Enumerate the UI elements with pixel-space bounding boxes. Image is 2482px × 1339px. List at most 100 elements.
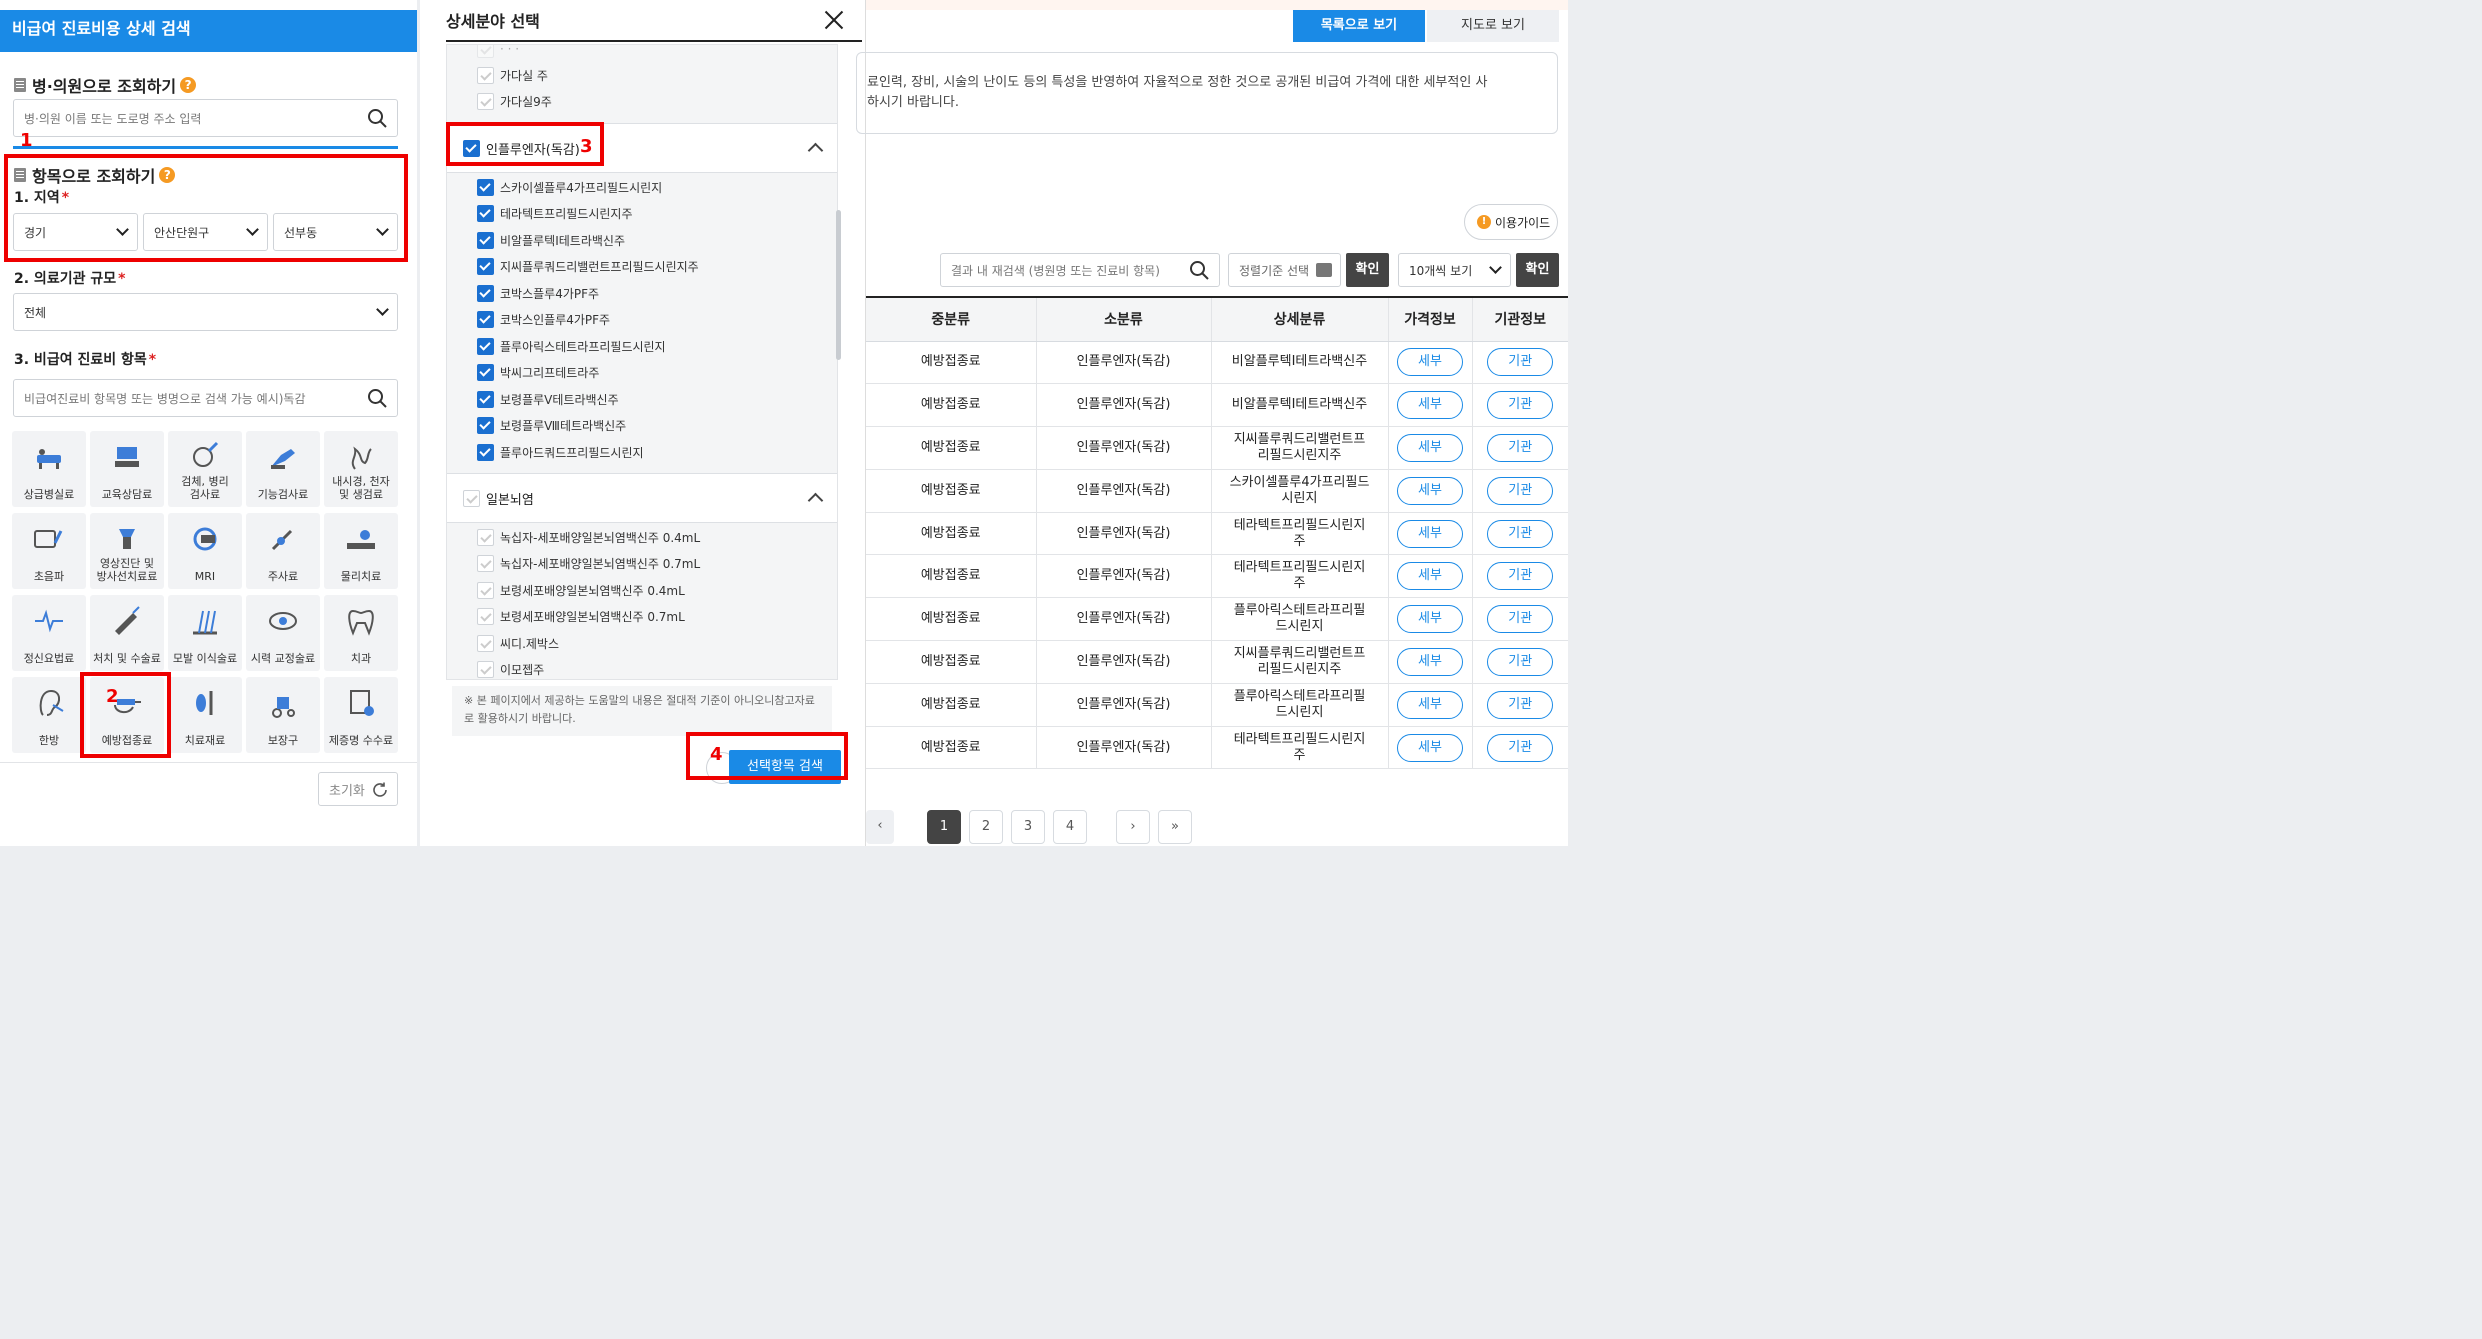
search-icon[interactable]: [1189, 260, 1209, 280]
sort-select[interactable]: 정렬기준 선택: [1228, 253, 1341, 287]
checkbox-item[interactable]: 씨디.제박스: [477, 633, 559, 653]
category-tile-injection[interactable]: 주사료: [246, 513, 320, 589]
checkbox[interactable]: [477, 555, 494, 572]
category-tile-specimen-test[interactable]: 검체, 병리 검사료: [168, 431, 242, 507]
scrollbar[interactable]: [836, 210, 841, 360]
category-tile-mri[interactable]: MRI: [168, 513, 242, 589]
page-button[interactable]: 4: [1053, 810, 1087, 844]
checkbox-item[interactable]: 가다실 주: [477, 65, 548, 85]
institution-button[interactable]: 기관: [1487, 433, 1554, 462]
checkbox[interactable]: [477, 66, 494, 84]
search-icon[interactable]: [367, 388, 387, 408]
chevron-up-icon[interactable]: [807, 492, 824, 509]
page-button[interactable]: 2: [969, 810, 1003, 844]
prev-page-button[interactable]: ‹: [866, 810, 894, 844]
reset-button[interactable]: 초기화: [318, 772, 398, 806]
inner-search-input[interactable]: 결과 내 재검색 (병원명 또는 진료비 항목): [940, 253, 1220, 287]
checkbox[interactable]: [477, 364, 494, 381]
checkbox-item[interactable]: 코박스플루4가PF주: [477, 283, 599, 303]
category-tile-function-test[interactable]: 기능검사료: [246, 431, 320, 507]
checkbox-item[interactable]: 지씨플루쿼드리밸런트프리필드시린지주: [477, 257, 699, 277]
category-tile-imaging-radiation[interactable]: 영상진단 및 방사선치료료: [90, 513, 164, 589]
checkbox[interactable]: [477, 528, 494, 546]
category-tile-ultrasound[interactable]: 초음파: [12, 513, 86, 589]
detail-button[interactable]: 세부: [1397, 733, 1463, 762]
detail-button[interactable]: 세부: [1397, 647, 1463, 676]
institution-button[interactable]: 기관: [1487, 733, 1554, 762]
category-tile-oriental-medicine[interactable]: 한방: [12, 677, 86, 753]
checkbox-item[interactable]: 녹십자-세포배양일본뇌염백신주 0.7mL: [477, 554, 700, 574]
sort-confirm-button[interactable]: 확인: [1346, 253, 1389, 287]
checkbox[interactable]: [477, 93, 494, 111]
checkbox-item[interactable]: 보령세포배양일본뇌염백신주 0.4mL: [477, 580, 685, 600]
per-page-confirm-button[interactable]: 확인: [1516, 253, 1559, 287]
category-tile-psychotherapy[interactable]: 정신요법료: [12, 595, 86, 671]
detail-button[interactable]: 세부: [1397, 605, 1463, 634]
per-page-select[interactable]: 10개씩 보기: [1398, 253, 1511, 287]
chevron-up-icon[interactable]: [807, 142, 824, 159]
checkbox[interactable]: [477, 205, 494, 222]
checkbox[interactable]: [477, 258, 494, 275]
search-icon[interactable]: [367, 108, 387, 128]
checkbox-item[interactable]: 보령플루Ⅷ테트라백신주: [477, 416, 626, 436]
last-page-button[interactable]: »: [1158, 810, 1192, 844]
category-tile-vision-correction[interactable]: 시력 교정술료: [246, 595, 320, 671]
checkbox-item[interactable]: 보령플루Ⅴ테트라백신주: [477, 389, 619, 409]
checkbox-item[interactable]: 테라텍트프리필드시린지주: [477, 204, 632, 224]
checkbox[interactable]: [477, 284, 494, 302]
category-tile-endoscopy[interactable]: 내시경, 천자 및 생검료: [324, 431, 398, 507]
detail-button[interactable]: 세부: [1397, 476, 1463, 505]
detail-button[interactable]: 세부: [1397, 690, 1463, 719]
page-button[interactable]: 3: [1011, 810, 1045, 844]
checkbox-item[interactable]: 보령세포배양일본뇌염백신주 0.7mL: [477, 607, 685, 627]
usage-guide-button[interactable]: ! 이용가이드: [1464, 204, 1558, 240]
category-tile-assistive-device[interactable]: 보장구: [246, 677, 320, 753]
detail-button[interactable]: 세부: [1397, 391, 1463, 420]
map-view-button[interactable]: 지도로 보기: [1427, 10, 1559, 42]
checkbox-item[interactable]: 박씨그리프테트라주: [477, 363, 599, 383]
institution-button[interactable]: 기관: [1487, 476, 1554, 505]
item-search-input[interactable]: 비급여진료비 항목명 또는 병명으로 검색 가능 예시)독감: [13, 379, 398, 417]
checkbox[interactable]: [477, 608, 494, 625]
institution-button[interactable]: 기관: [1487, 562, 1554, 591]
checkbox-item[interactable]: 코박스인플루4가PF주: [477, 310, 610, 330]
help-icon[interactable]: ?: [180, 77, 197, 93]
checkbox-item[interactable]: 가다실9주: [477, 92, 552, 112]
category-tile-hair-transplant[interactable]: 모발 이식술료: [168, 595, 242, 671]
checkbox-item[interactable]: 이모젭주: [477, 660, 544, 680]
institution-button[interactable]: 기관: [1487, 519, 1554, 548]
checkbox-item[interactable]: 플루아릭스테트라프리필드시린지: [477, 336, 666, 356]
list-view-button[interactable]: 목록으로 보기: [1293, 10, 1425, 42]
next-page-button[interactable]: ›: [1116, 810, 1150, 844]
institution-button[interactable]: 기관: [1487, 348, 1554, 377]
checkbox[interactable]: [477, 661, 494, 678]
institution-button[interactable]: 기관: [1487, 391, 1554, 420]
checkbox[interactable]: [477, 417, 494, 434]
checkbox[interactable]: [477, 178, 494, 196]
checkbox[interactable]: [463, 489, 480, 507]
category-tile-treatment-material[interactable]: 치료재료: [168, 677, 242, 753]
checkbox-item[interactable]: 비알플루텍I테트라백신주: [477, 230, 625, 250]
checkbox[interactable]: [477, 231, 494, 249]
page-button[interactable]: 1: [927, 810, 961, 844]
category-tile-certificate-fee[interactable]: 제증명 수수료: [324, 677, 398, 753]
scale-select[interactable]: 전체: [13, 293, 398, 331]
institution-button[interactable]: 기관: [1487, 647, 1554, 676]
checkbox[interactable]: [477, 634, 494, 652]
category-tile-physical-therapy[interactable]: 물리치료: [324, 513, 398, 589]
category-group[interactable]: 일본뇌염: [447, 473, 837, 523]
checkbox-item[interactable]: 녹십자-세포배양일본뇌염백신주 0.4mL: [477, 527, 700, 547]
detail-button[interactable]: 세부: [1397, 348, 1463, 377]
detail-button[interactable]: 세부: [1397, 519, 1463, 548]
checkbox[interactable]: [477, 311, 494, 328]
institution-button[interactable]: 기관: [1487, 690, 1554, 719]
category-tile-procedure-surgery[interactable]: 처치 및 수술료: [90, 595, 164, 671]
category-tile-dental[interactable]: 치과: [324, 595, 398, 671]
checkbox-item[interactable]: 스카이셀플루4가프리필드시린지: [477, 177, 662, 197]
detail-button[interactable]: 세부: [1397, 562, 1463, 591]
institution-button[interactable]: 기관: [1487, 605, 1554, 634]
close-icon[interactable]: [822, 8, 846, 32]
checkbox[interactable]: [477, 390, 494, 408]
detail-button[interactable]: 세부: [1397, 433, 1463, 462]
category-tile-education-counsel[interactable]: 교육상담료: [90, 431, 164, 507]
